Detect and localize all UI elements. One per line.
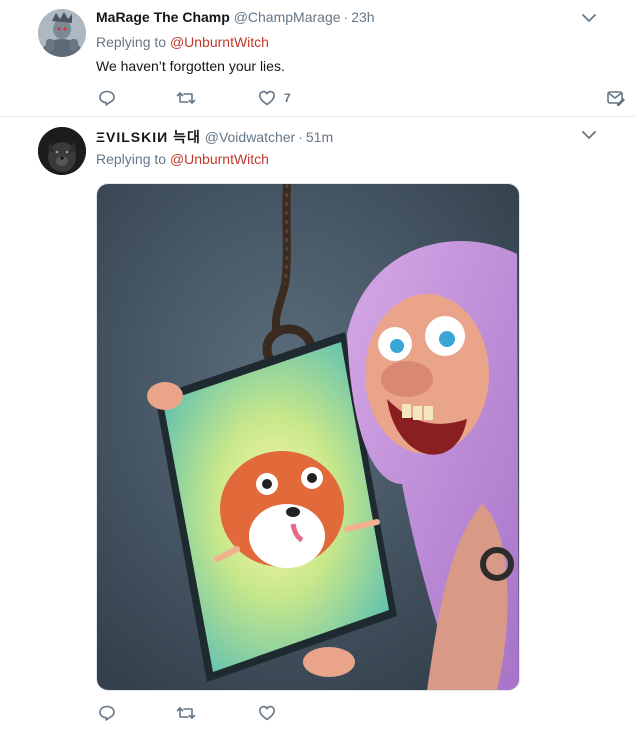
direct-message-button[interactable] xyxy=(606,88,626,108)
illustration xyxy=(97,184,519,690)
author-handle[interactable]: @Voidwatcher xyxy=(205,129,295,145)
tweet-actions: 7 xyxy=(96,88,626,108)
author-handle[interactable]: @ChampMarage xyxy=(234,9,341,25)
reply-icon xyxy=(98,704,116,722)
heart-icon xyxy=(258,89,276,107)
tweet[interactable]: ΞVILSKIИ 늑대 @Voidwatcher · 51m Replying to… xyxy=(0,117,635,730)
retweet-icon xyxy=(176,89,196,107)
separator: · xyxy=(343,9,349,25)
direct-message-icon xyxy=(606,89,626,107)
retweet-icon xyxy=(176,704,196,722)
replying-to: Replying to @UnburntWitch xyxy=(96,151,269,167)
avatar[interactable] xyxy=(38,127,86,175)
like-button[interactable]: 7 xyxy=(258,88,291,108)
retweet-button[interactable] xyxy=(176,703,196,723)
author-name[interactable]: ΞVILSKIИ 늑대 xyxy=(96,129,201,145)
author-name[interactable]: MaRage The Champ xyxy=(96,9,230,25)
chevron-down-icon[interactable] xyxy=(579,125,599,145)
chevron-down-icon[interactable] xyxy=(579,8,599,28)
timestamp[interactable]: 23h xyxy=(351,9,374,25)
tweet-header: MaRage The Champ @ChampMarage · 23h xyxy=(96,9,375,25)
replying-to: Replying to @UnburntWitch xyxy=(96,34,269,50)
avatar[interactable] xyxy=(38,9,86,57)
separator: · xyxy=(298,129,303,145)
reply-button[interactable] xyxy=(98,88,116,108)
retweet-button[interactable] xyxy=(176,88,196,108)
like-button[interactable] xyxy=(258,703,276,723)
tweet[interactable]: MaRage The Champ @ChampMarage · 23h Replyi… xyxy=(0,0,635,117)
replying-label: Replying to xyxy=(96,34,170,50)
heart-icon xyxy=(258,704,276,722)
reply-button[interactable] xyxy=(98,703,116,723)
tweet-actions xyxy=(96,703,626,723)
replying-label: Replying to xyxy=(96,151,170,167)
reply-icon xyxy=(98,89,116,107)
tweet-text: We haven’t forgotten your lies. xyxy=(96,58,285,74)
like-count: 7 xyxy=(284,91,291,105)
tweet-media-image[interactable] xyxy=(96,183,520,691)
reply-target-link[interactable]: @UnburntWitch xyxy=(170,151,269,167)
reply-target-link[interactable]: @UnburntWitch xyxy=(170,34,269,50)
tweet-header: ΞVILSKIИ 늑대 @Voidwatcher · 51m xyxy=(96,127,333,147)
timestamp[interactable]: 51m xyxy=(306,129,333,145)
